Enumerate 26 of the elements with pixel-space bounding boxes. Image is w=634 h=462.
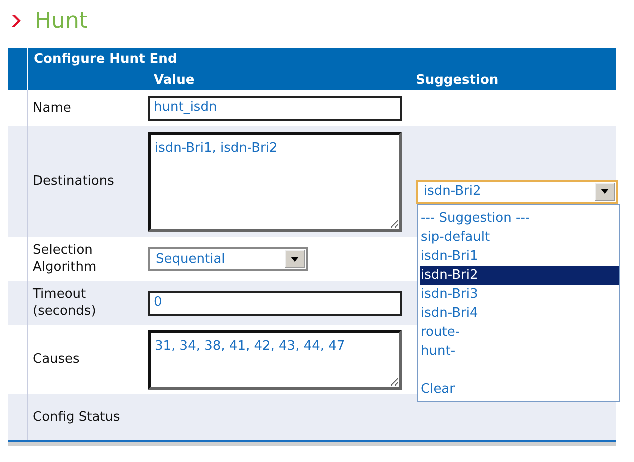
suggestion-option[interactable]: isdn-Bri3 (420, 284, 619, 304)
text-field[interactable]: 0 (148, 290, 402, 316)
column-header: Value (153, 72, 196, 90)
field-label: Causes (32, 351, 81, 369)
suggestion-option[interactable]: hunt- (420, 342, 619, 360)
suggestion-option[interactable]: isdn-Bri2 (420, 266, 619, 284)
field-label: Timeout (seconds) (32, 286, 98, 321)
suggestion-option[interactable]: --- Suggestion --- (420, 208, 619, 228)
panel-title: Configure Hunt End (33, 51, 178, 69)
text-area[interactable]: 31, 34, 38, 41, 42, 43, 44, 47 (148, 330, 402, 390)
text-field[interactable]: hunt_isdn (148, 96, 402, 120)
field-label: Name (32, 100, 72, 118)
suggestion-option[interactable]: isdn-Bri4 (420, 304, 619, 322)
algorithm-dropdown[interactable]: Sequential (148, 247, 308, 271)
suggestion-option[interactable]: sip-default (420, 228, 619, 246)
suggestion-option[interactable]: Clear (420, 380, 619, 398)
chevron-icon (12, 15, 21, 27)
suggestion-option[interactable]: route- (420, 322, 619, 342)
text-area[interactable]: isdn-Bri1, isdn-Bri2 (148, 132, 402, 232)
field-label: Destinations (32, 173, 116, 191)
page-title: Hunt (35, 8, 88, 34)
column-header: Suggestion (415, 72, 500, 90)
field-label: Selection Algorithm (32, 242, 98, 277)
suggestion-dropdown[interactable]: isdn-Bri2 (416, 180, 618, 204)
field-label: Config Status (32, 408, 122, 426)
suggestion-option[interactable]: isdn-Bri1 (420, 246, 619, 266)
